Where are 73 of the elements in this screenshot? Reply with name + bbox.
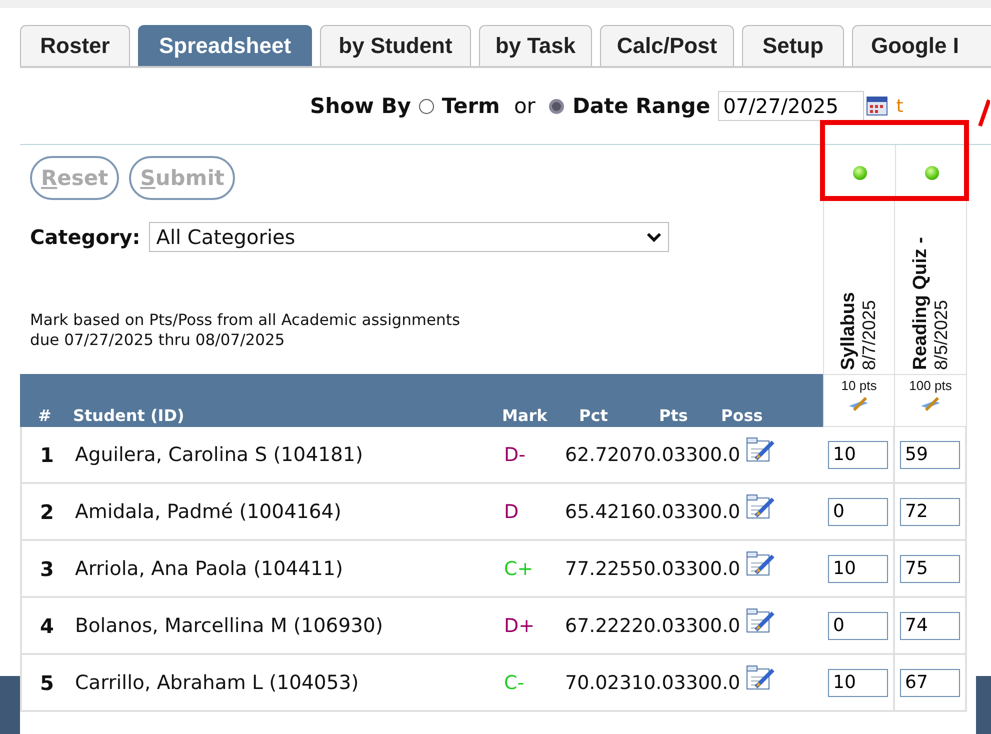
tab[interactable]: Roster [20, 25, 130, 66]
mark-grade: D [504, 500, 520, 522]
assignment-title[interactable]: Syllabus [839, 292, 859, 370]
status-dot-icon [924, 166, 938, 180]
row-number: 2 [40, 500, 55, 524]
row-number: 3 [40, 556, 55, 580]
mark-grade: D+ [504, 614, 536, 636]
row-number: 5 [40, 670, 55, 694]
score-input[interactable]: 10 [828, 554, 888, 582]
radio-label: Date Range [572, 94, 710, 118]
column-header: Mark [502, 406, 548, 425]
column-header: # [38, 406, 52, 425]
chevron-down-icon [646, 232, 662, 242]
date-field[interactable]: 07/27/2025 [718, 91, 864, 121]
notepad-pencil-icon[interactable] [746, 550, 776, 576]
notepad-pencil-icon[interactable] [746, 494, 776, 520]
score-values: 77.22550.03300.0 [565, 558, 740, 580]
column-header: Poss [721, 406, 763, 425]
row-number: 1 [40, 442, 55, 466]
student-name[interactable]: Bolanos, Marcellina M (106930) [75, 614, 504, 637]
tab[interactable]: Google I [852, 25, 991, 66]
mark-grade: C+ [504, 558, 534, 580]
score-input[interactable]: 59 [900, 440, 960, 468]
category-label: Category: [30, 225, 140, 249]
tab[interactable]: by Task [479, 25, 592, 66]
notepad-pencil-icon[interactable] [746, 436, 776, 462]
notepad-pencil-icon[interactable] [746, 608, 776, 634]
student-name[interactable]: Aguilera, Carolina S (104181) [75, 443, 504, 466]
score-input[interactable]: 0 [828, 498, 888, 526]
row-number: 4 [40, 614, 55, 638]
score-input[interactable]: 67 [900, 668, 960, 696]
tab[interactable]: Setup [742, 25, 844, 66]
score-input[interactable]: 74 [900, 612, 960, 640]
notepad-pencil-icon[interactable] [746, 664, 776, 690]
background-panel [976, 676, 991, 734]
radio-button[interactable] [418, 98, 434, 114]
student-name[interactable]: Carrillo, Abraham L (104053) [75, 671, 504, 694]
assignment-title[interactable]: Reading Quiz - [910, 237, 930, 370]
annotation-line [978, 98, 990, 128]
show-by-label: Show By [310, 94, 411, 118]
tab[interactable]: by Student [320, 25, 471, 66]
calendar-icon[interactable] [866, 96, 888, 116]
pencil-icon[interactable] [848, 397, 870, 411]
score-input[interactable]: 72 [900, 498, 960, 526]
score-input[interactable]: 75 [900, 554, 960, 582]
column-header: Pts [659, 406, 689, 425]
mark-grade: C- [504, 672, 526, 694]
category-dropdown[interactable]: All Categories [149, 222, 670, 252]
student-name[interactable]: Arriola, Ana Paola (104411) [75, 557, 504, 580]
mark-grade: D- [504, 444, 526, 466]
tab[interactable]: Spreadsheet [138, 25, 312, 66]
points-label: 10 pts [841, 378, 877, 393]
score-values: 70.02310.03300.0 [565, 672, 740, 694]
score-input[interactable]: 10 [828, 440, 888, 468]
status-dot-icon [852, 166, 866, 180]
column-header: Student (ID) [73, 406, 186, 425]
mark-basis-note: Mark based on Pts/Poss from all Academic assignments due 07/27/2025 thru 08/07/2025 [30, 310, 462, 350]
radio-label: Term [442, 94, 500, 118]
score-values: 67.22220.03300.0 [565, 614, 740, 636]
pencil-icon[interactable] [920, 397, 942, 411]
score-input[interactable]: 10 [828, 668, 888, 696]
or-label: or [514, 94, 536, 118]
points-label: 100 pts [909, 378, 952, 393]
radio-button[interactable] [549, 98, 564, 114]
assignment-date: 8/7/2025 [859, 298, 879, 370]
column-header: Pct [579, 406, 609, 425]
background-panel [0, 676, 20, 734]
tab[interactable]: Calc/Post [600, 25, 734, 66]
score-values: 62.72070.03300.0 [565, 444, 740, 466]
assignment-date: 8/5/2025 [930, 298, 950, 370]
score-values: 65.42160.03300.0 [565, 500, 740, 522]
score-input[interactable]: 0 [828, 612, 888, 640]
student-name[interactable]: Amidala, Padmé (1004164) [75, 500, 504, 523]
